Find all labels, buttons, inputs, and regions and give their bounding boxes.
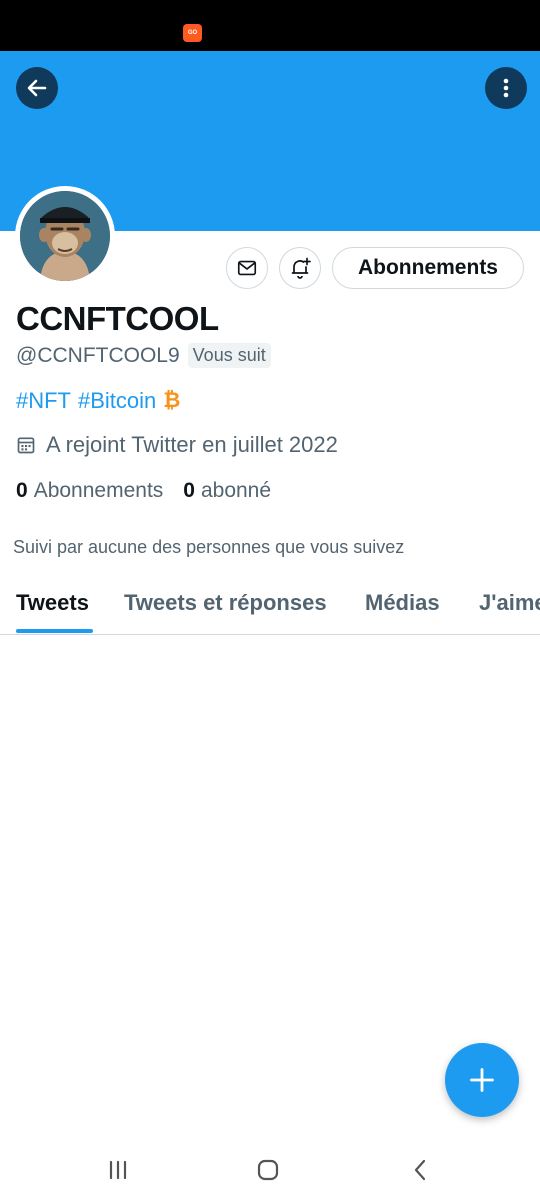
home-icon — [257, 1159, 279, 1181]
following-button[interactable]: Abonnements — [332, 247, 524, 289]
bitcoin-icon: ₿ — [163, 389, 181, 412]
following-number: 0 — [16, 479, 28, 502]
tab-media[interactable]: Médias — [365, 590, 440, 616]
avatar[interactable] — [15, 186, 115, 286]
profile-tabs: Tweets Tweets et réponses Médias J'aime — [0, 580, 540, 635]
active-tab-indicator — [16, 629, 93, 633]
follow-counts: 0 Abonnements 0 abonné — [16, 479, 291, 503]
followers-number: 0 — [183, 479, 195, 502]
bio: #NFT #Bitcoin ₿ — [16, 388, 180, 414]
handle-row: @CCNFTCOOL9 Vous suit — [16, 343, 271, 368]
notify-button[interactable] — [279, 247, 321, 289]
handle: @CCNFTCOOL9 — [16, 343, 180, 367]
tab-tweets[interactable]: Tweets — [16, 590, 89, 616]
followed-by-text: Suivi par aucune des personnes que vous … — [13, 537, 405, 557]
compose-tweet-button[interactable] — [445, 1043, 519, 1117]
more-options-button[interactable] — [485, 67, 527, 109]
joined-text: A rejoint Twitter en juillet 2022 — [46, 432, 338, 457]
hashtag-link[interactable]: #Bitcoin — [78, 388, 156, 414]
calendar-icon — [17, 437, 35, 454]
message-button[interactable] — [226, 247, 268, 289]
mail-icon — [237, 260, 257, 276]
back-button[interactable] — [16, 67, 58, 109]
status-bar: GO — [0, 0, 540, 51]
tab-likes[interactable]: J'aime — [479, 590, 540, 616]
hashtag-link[interactable]: #NFT — [16, 388, 71, 414]
tab-tweets-replies[interactable]: Tweets et réponses — [124, 590, 327, 616]
following-count[interactable]: 0 Abonnements — [16, 479, 163, 503]
home-button[interactable] — [253, 1156, 283, 1184]
ape-avatar-image — [20, 191, 110, 281]
back-nav-button[interactable] — [405, 1156, 435, 1184]
more-vertical-icon — [503, 78, 509, 98]
plus-icon — [470, 1068, 494, 1092]
followers-count[interactable]: 0 abonné — [183, 479, 271, 503]
recents-icon — [109, 1160, 127, 1180]
bell-plus-icon — [291, 257, 311, 279]
joined-date: A rejoint Twitter en juillet 2022 — [16, 432, 338, 458]
recents-button[interactable] — [103, 1156, 133, 1184]
followers-label: abonné — [200, 479, 272, 502]
app-notification-icon: GO — [183, 24, 202, 42]
display-name: CCNFTCOOL — [16, 300, 219, 337]
system-nav-bar — [0, 1140, 540, 1200]
follows-you-badge: Vous suit — [187, 343, 271, 368]
following-label: Abonnements — [33, 479, 164, 502]
back-chevron-icon — [414, 1159, 426, 1181]
arrow-left-icon — [27, 79, 47, 97]
